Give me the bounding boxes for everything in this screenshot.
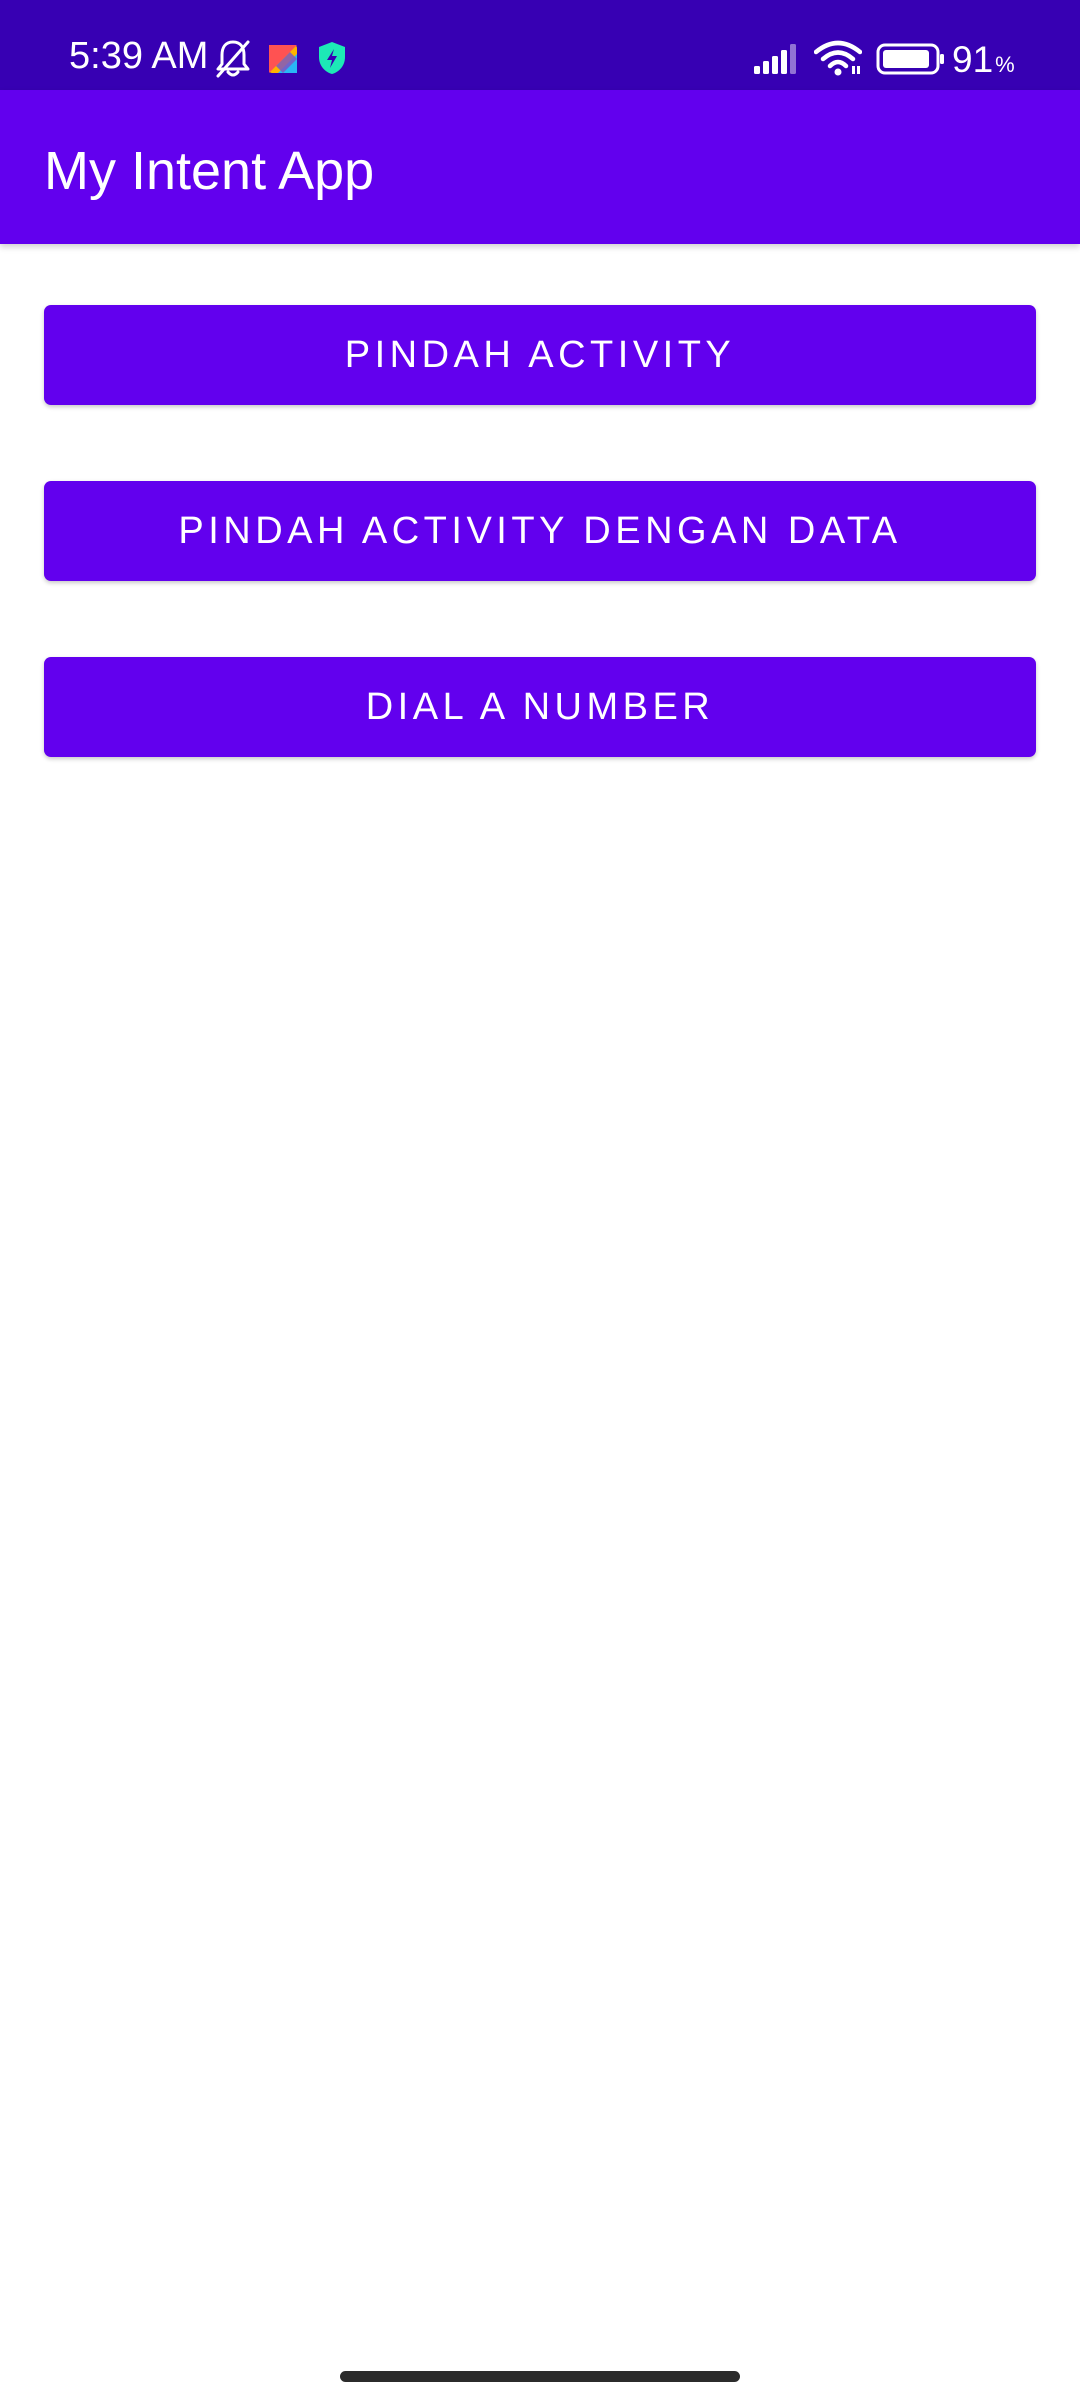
kite-app-icon <box>269 45 297 73</box>
status-time: 5:39 AM <box>69 35 209 77</box>
wifi-icon <box>814 40 862 76</box>
battery-unit: % <box>995 52 1015 77</box>
bell-off-icon <box>216 40 250 78</box>
signal-icon <box>754 44 796 74</box>
battery-percentage: 91% <box>952 38 1015 87</box>
home-indicator[interactable] <box>340 2371 740 2382</box>
shield-icon <box>319 42 345 74</box>
battery-value: 91 <box>952 39 994 80</box>
dial-a-number-button[interactable]: DIAL A NUMBER <box>44 657 1036 757</box>
pindah-activity-button[interactable]: PINDAH ACTIVITY <box>44 305 1036 405</box>
app-title: My Intent App <box>44 141 375 201</box>
status-bar: 5:39 AM 91% <box>0 0 1080 90</box>
pindah-activity-dengan-data-button[interactable]: PINDAH ACTIVITY DENGAN DATA <box>44 481 1036 581</box>
app-bar: My Intent App <box>0 90 1080 244</box>
battery-icon <box>876 43 944 75</box>
